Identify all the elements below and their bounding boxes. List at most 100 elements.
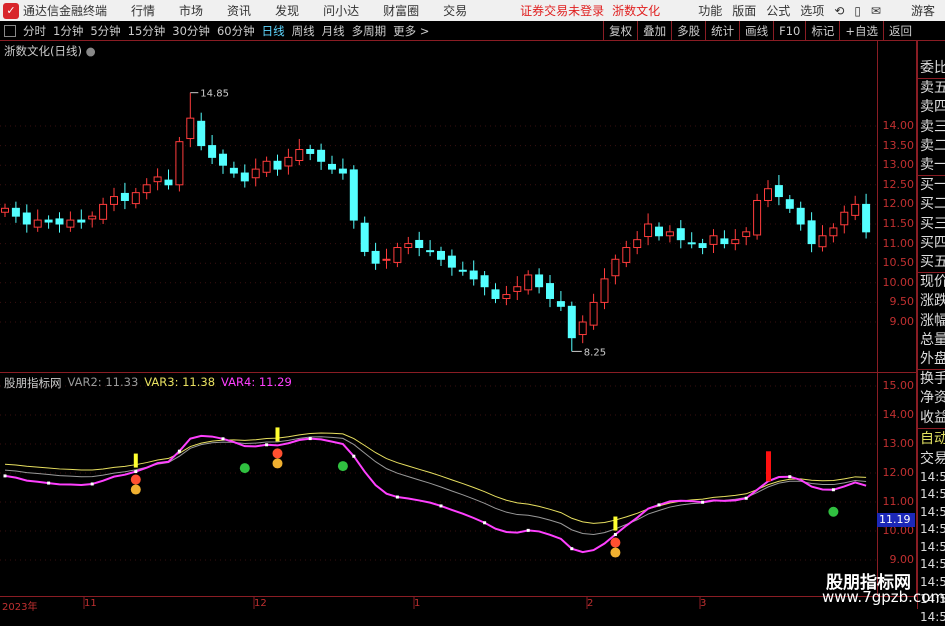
quote-field-label: 买三 <box>920 215 945 232</box>
candle-body <box>862 203 871 233</box>
var4-point <box>744 496 748 500</box>
candle-body <box>665 231 674 237</box>
quote-field-label: 外盘 <box>920 351 945 368</box>
current-value-tag: 11.19 <box>877 513 915 527</box>
candle-body <box>415 239 424 249</box>
candle-body <box>284 156 293 167</box>
candle-body <box>622 247 631 263</box>
var4-point <box>439 504 443 508</box>
var4-point <box>265 443 269 447</box>
low-label: 8.25 <box>584 347 606 358</box>
indicator-name[interactable]: 股朋指标网 <box>4 375 62 391</box>
trade-label[interactable]: 交易 <box>918 449 945 469</box>
tick-time: 14:56 <box>920 487 945 502</box>
candle-body <box>360 222 369 252</box>
candle-body <box>731 239 740 245</box>
buy-signal-icon <box>610 547 621 558</box>
candle-body <box>807 220 816 245</box>
candle-body <box>33 219 42 228</box>
quote-field-label: 涨幅 <box>920 312 945 329</box>
quote-field-label: 换手 <box>918 369 945 389</box>
candle-body <box>371 250 380 264</box>
candle-body <box>11 207 20 217</box>
var4-point <box>395 495 399 499</box>
tick-time: 14:56 <box>920 539 945 554</box>
indicator-axis-label: 9.00 <box>889 553 915 566</box>
auto-label[interactable]: 自动 <box>918 427 945 449</box>
candle-body <box>66 219 75 228</box>
var3-value: VAR3: 11.38 <box>144 375 216 389</box>
quote-field-label: 买二 <box>920 196 945 213</box>
candle-body <box>633 239 642 249</box>
candle-body <box>655 226 663 237</box>
quote-field-label: 卖四 <box>920 99 945 116</box>
candle-body <box>600 278 609 303</box>
candle-body <box>774 185 783 198</box>
candle-body <box>153 176 162 183</box>
divider <box>0 596 917 597</box>
candle-body <box>851 203 860 216</box>
quote-field-label: 卖一 <box>920 157 945 174</box>
candle-body <box>55 218 64 225</box>
candle-body <box>262 160 271 173</box>
var4-point <box>701 500 705 504</box>
candle-body <box>589 301 598 326</box>
price-axis-label: 10.00 <box>882 275 915 289</box>
candle-body <box>251 168 260 179</box>
price-axis-label: 9.50 <box>889 295 915 309</box>
price-axis-label: 11.00 <box>882 236 915 250</box>
date-label: 11 <box>84 598 97 609</box>
signal-bar <box>133 453 138 468</box>
candle-body <box>44 219 53 223</box>
candle-body <box>317 149 326 162</box>
candle-body <box>469 270 478 280</box>
var4-point <box>3 474 7 478</box>
candle-body <box>709 235 718 245</box>
tick-time: 14:56 <box>920 504 945 519</box>
candle-body <box>393 247 402 263</box>
candle-body <box>796 207 805 225</box>
candle-body <box>513 286 522 292</box>
signal-bar <box>613 516 618 531</box>
candle-body <box>578 321 587 336</box>
date-label: 2 <box>587 598 594 609</box>
price-axis-label: 14.00 <box>882 119 915 132</box>
price-axis-label: 13.00 <box>882 158 915 172</box>
candle-body <box>426 250 435 253</box>
candle-body <box>142 184 151 194</box>
candle-body <box>644 223 653 238</box>
candle-body <box>120 192 129 201</box>
candle-body <box>99 203 108 220</box>
var4-point <box>308 437 312 441</box>
candle-body <box>219 153 227 166</box>
candle-body <box>524 274 533 291</box>
buy-signal-icon <box>272 448 283 459</box>
var4-point <box>483 521 487 525</box>
price-axis-label: 10.50 <box>882 256 915 270</box>
price-axis-label: 9.00 <box>889 315 915 328</box>
price-axis-label: 12.00 <box>882 197 915 211</box>
tick-time: 14:56 <box>920 522 945 537</box>
quote-field-label: 买一 <box>918 175 945 195</box>
var4-point <box>526 528 530 532</box>
candle-body <box>338 168 347 174</box>
buy-signal-icon <box>130 474 141 485</box>
sell-signal-icon <box>239 463 250 474</box>
quote-field-label: 现价 <box>918 272 945 292</box>
candle-body <box>556 301 565 307</box>
quote-field-label: 总量 <box>920 331 945 348</box>
candle-body <box>240 172 249 182</box>
date-label: 3 <box>700 598 707 609</box>
panel-header <box>918 41 945 59</box>
indicator-axis-label: 11.00 <box>882 495 915 508</box>
candle-body <box>687 242 696 245</box>
var4-value: VAR4: 11.29 <box>221 375 292 389</box>
kline-chart[interactable]: 14.85 8.25 <box>0 0 945 609</box>
candle-body <box>785 199 794 209</box>
tick-time: 14:56 <box>920 557 945 572</box>
candle-body <box>720 238 729 245</box>
candle-body <box>404 243 413 249</box>
candle-body <box>676 228 685 241</box>
var4-point <box>90 482 94 486</box>
candle-body <box>328 163 336 170</box>
